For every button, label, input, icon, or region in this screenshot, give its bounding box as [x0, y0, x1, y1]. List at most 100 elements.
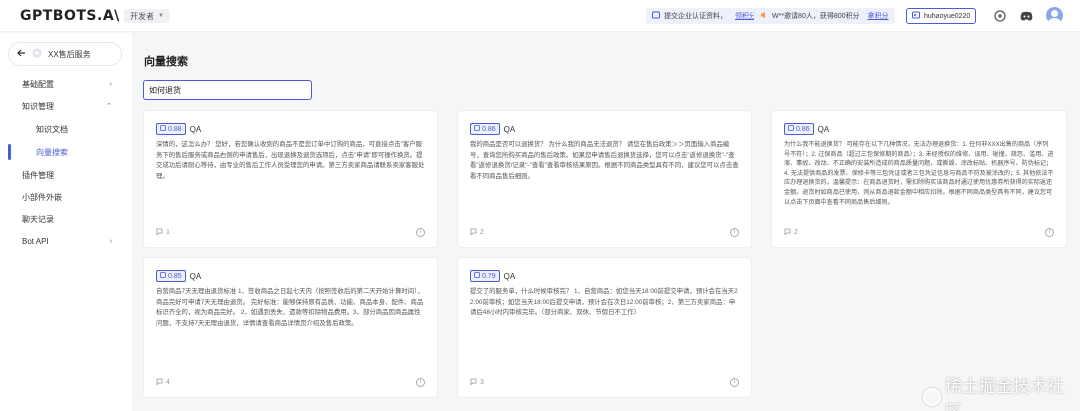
hit-count: 3 [480, 379, 484, 386]
score-icon [160, 125, 166, 133]
invite-notice-text: W**邀请80人，获得800积分 [772, 13, 860, 20]
bot-avatar-icon [32, 48, 42, 60]
megaphone-icon [760, 11, 768, 21]
score-icon [788, 125, 794, 133]
bot-name: XX售后服务 [48, 49, 91, 59]
card-footer: 1 [156, 228, 170, 237]
result-card[interactable]: 0.86 QA 为什么我不能退换货？ 可能存在以下几种情况，无法办理退换货：1.… [771, 110, 1067, 248]
search-input[interactable] [149, 85, 306, 95]
nav-widget-embed[interactable]: 小部件外嵌 [0, 188, 132, 206]
info-icon[interactable]: i [416, 228, 425, 237]
nav-chat-history[interactable]: 聊天记录 [0, 210, 132, 228]
invite-link[interactable]: 拿积分 [868, 11, 889, 21]
nav-knowledge-docs-label: 知识文档 [36, 124, 68, 134]
chevron-right-icon: › [109, 80, 112, 88]
card-footer: 2 [470, 228, 484, 237]
nav-bot-api-label: Bot API [22, 236, 49, 246]
chevron-right-icon: › [109, 237, 112, 245]
bot-select[interactable]: XX售后服务 [8, 42, 122, 66]
nav-widget-embed-label: 小部件外嵌 [22, 192, 62, 202]
back-arrow-icon[interactable] [17, 49, 26, 59]
hit-count: 4 [166, 379, 170, 386]
certification-notice: 提交企业认证资料， 领积分 [646, 8, 762, 24]
score-value: 0.86 [482, 125, 496, 133]
card-content: 为什么我不能退换货？ 可能存在以下几种情况，无法办理退换货：1. 任何非XXX出… [784, 141, 1054, 206]
nav-basic-config[interactable]: 基础配置 › [0, 75, 132, 93]
support-icon[interactable] [992, 8, 1008, 24]
user-account-box[interactable]: huhaoyue0220 [906, 8, 977, 24]
environment-label: 开发者 [130, 11, 154, 21]
card-content: 提交了的服务单，什么时候审核完？ 1、自营商品：如您当天18:00前提交申请，预… [470, 288, 738, 317]
card-header: 0.88 QA [156, 123, 201, 135]
info-icon[interactable]: i [730, 378, 739, 387]
badge-icon [652, 11, 660, 21]
hit-count: 1 [166, 229, 170, 236]
card-header: 0.86 QA [470, 123, 515, 135]
username: huhaoyue0220 [924, 12, 971, 20]
gptbots-logo[interactable]: GPTBOTS.A\ [20, 8, 120, 24]
user-avatar[interactable] [1046, 7, 1063, 24]
top-header: GPTBOTS.A\ 开发者 ▼ 提交企业认证资料， 领积分 W**邀请80人，获… [0, 0, 1080, 32]
nav-bot-api[interactable]: Bot API › [0, 232, 132, 250]
score-badge: 0.86 [470, 123, 500, 135]
card-type: QA [189, 271, 202, 281]
result-card[interactable]: 0.79 QA 提交了的服务单，什么时候审核完？ 1、自营商品：如您当天18:0… [457, 257, 752, 398]
discord-icon[interactable] [1018, 8, 1034, 24]
search-input-wrapper[interactable] [143, 80, 312, 100]
score-value: 0.85 [168, 272, 182, 280]
hit-count-icon [470, 228, 477, 237]
nav-knowledge[interactable]: 知识管理 ⌃ [0, 97, 132, 115]
card-content: 我的商品是否可以退换货？ 为什么我的商品无法退货？ 请您在售后政策＞＞页面输入商… [470, 141, 739, 180]
card-footer: 2 [784, 228, 798, 237]
page-title: 向量搜索 [144, 56, 188, 68]
info-icon[interactable]: i [416, 378, 425, 387]
chevron-down-icon: ▼ [158, 13, 164, 19]
nav-plugins[interactable]: 插件管理 [0, 166, 132, 184]
score-badge: 0.79 [470, 270, 500, 282]
nav-plugins-label: 插件管理 [22, 170, 54, 180]
card-content: 深情的，这怎么办？ 您好，若您确认收到的商品不是您订单中订购的商品，可直接点击"… [156, 141, 425, 180]
score-badge: 0.88 [156, 123, 186, 135]
nav-chat-history-label: 聊天记录 [22, 214, 54, 224]
score-value: 0.86 [796, 125, 810, 133]
hit-count-icon [784, 228, 791, 237]
nav-knowledge-docs[interactable]: 知识文档 [0, 120, 132, 138]
score-value: 0.88 [168, 125, 182, 133]
info-icon[interactable]: i [1045, 228, 1054, 237]
user-card-icon [912, 11, 920, 21]
info-icon[interactable]: i [730, 228, 739, 237]
nav-vector-search[interactable]: 向量搜索 [0, 143, 132, 161]
certification-notice-text: 提交企业认证资料， [664, 13, 727, 20]
card-footer: 4 [156, 378, 170, 387]
nav-basic-config-label: 基础配置 [22, 79, 54, 89]
result-card[interactable]: 0.88 QA 深情的，这怎么办？ 您好，若您确认收到的商品不是您订单中订购的商… [143, 110, 438, 248]
watermark: 稀土掘金技术社区 [923, 372, 1080, 411]
invite-notice: W**邀请80人，获得800积分 拿积分 [754, 8, 895, 24]
card-header: 0.85 QA [156, 270, 201, 282]
score-value: 0.79 [482, 272, 496, 280]
score-icon [474, 272, 480, 280]
result-card[interactable]: 0.86 QA 我的商品是否可以退换货？ 为什么我的商品无法退货？ 请您在售后政… [457, 110, 752, 248]
score-icon [474, 125, 480, 133]
juejin-logo-icon [923, 388, 941, 406]
score-badge: 0.85 [156, 270, 186, 282]
result-card[interactable]: 0.85 QA 自营商品7天无理由退货标准 1、签收商品之日起七天内（按照签收后… [143, 257, 438, 398]
card-content: 自营商品7天无理由退货标准 1、签收商品之日起七天内（按照签收后的第二天开始计算… [156, 288, 424, 327]
card-footer: 3 [470, 378, 484, 387]
chevron-up-icon: ⌃ [106, 103, 112, 110]
card-header: 0.79 QA [470, 270, 515, 282]
card-type: QA [503, 124, 516, 134]
nav-vector-search-label: 向量搜索 [36, 147, 68, 157]
card-type: QA [189, 124, 202, 134]
hit-count-icon [156, 228, 163, 237]
hit-count-icon [470, 378, 477, 387]
score-icon [160, 272, 166, 280]
card-type: QA [817, 124, 830, 134]
hit-count: 2 [480, 229, 484, 236]
score-badge: 0.86 [784, 123, 814, 135]
card-type: QA [503, 271, 516, 281]
environment-select[interactable]: 开发者 ▼ [124, 9, 170, 23]
hit-count: 2 [794, 229, 798, 236]
certification-link[interactable]: 领积分 [735, 11, 756, 21]
card-header: 0.86 QA [784, 123, 829, 135]
